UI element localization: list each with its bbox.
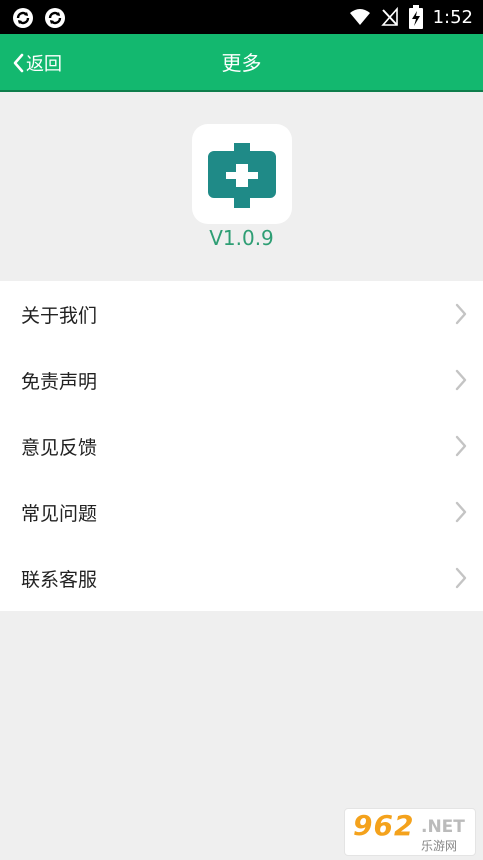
chevron-right-icon xyxy=(455,435,467,457)
watermark-main: 962 xyxy=(353,809,415,842)
menu-item-label: 常见问题 xyxy=(21,502,98,525)
page-title: 更多 xyxy=(221,51,262,75)
menu-item-label: 联系客服 xyxy=(21,568,98,591)
watermark-suffix: .NET xyxy=(421,817,465,837)
chevron-right-icon xyxy=(455,303,467,325)
settings-menu: 关于我们 免责声明 意见反馈 常见问题 联系客服 xyxy=(0,281,483,611)
chevron-right-icon xyxy=(455,567,467,589)
site-watermark: 962 .NET 乐游网 xyxy=(344,808,476,856)
app-info: V1.0.9 xyxy=(0,94,483,280)
notification-icons xyxy=(12,7,66,29)
nav-bar: 返回 更多 xyxy=(0,34,483,92)
menu-item-label: 关于我们 xyxy=(21,304,98,327)
no-signal-icon xyxy=(380,7,398,26)
menu-item-contact-support[interactable]: 联系客服 xyxy=(0,545,483,611)
chevron-right-icon xyxy=(455,501,467,523)
app-logo xyxy=(192,124,292,224)
menu-item-about-us[interactable]: 关于我们 xyxy=(0,281,483,347)
menu-item-disclaimer[interactable]: 免责声明 xyxy=(0,347,483,413)
app-version: V1.0.9 xyxy=(209,226,274,250)
chevron-right-icon xyxy=(455,369,467,391)
menu-item-label: 意见反馈 xyxy=(21,436,98,459)
menu-item-feedback[interactable]: 意见反馈 xyxy=(0,413,483,479)
wifi-icon xyxy=(349,9,370,25)
status-bar: 1:52 xyxy=(0,0,483,34)
menu-item-faq[interactable]: 常见问题 xyxy=(0,479,483,545)
system-icons: 1:52 xyxy=(349,5,473,29)
watermark-sub: 乐游网 xyxy=(421,839,458,853)
clock: 1:52 xyxy=(432,6,473,28)
battery-charging-icon xyxy=(408,5,423,29)
sync-icon xyxy=(13,8,33,28)
sync-icon xyxy=(45,8,65,28)
menu-item-label: 免责声明 xyxy=(21,370,98,393)
medical-cross-icon xyxy=(208,143,276,208)
